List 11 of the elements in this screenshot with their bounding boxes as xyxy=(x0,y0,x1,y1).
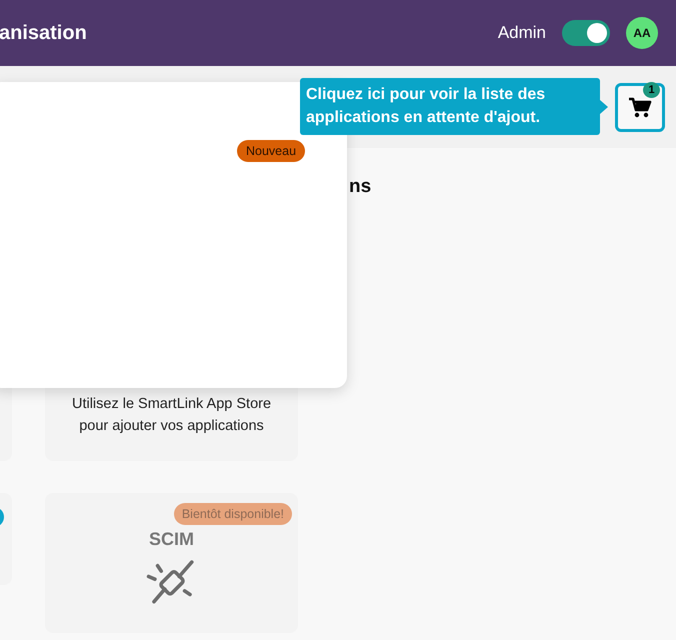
cart-icon xyxy=(628,96,652,118)
section-heading: ns xyxy=(349,176,372,199)
user-avatar[interactable]: AA xyxy=(626,17,658,49)
cart-button[interactable] xyxy=(615,83,665,132)
info-text: Utilisez le SmartLink App Store pour ajouter vos applications xyxy=(70,395,272,436)
admin-toggle[interactable] xyxy=(562,20,610,46)
app-title: SCIM xyxy=(149,529,194,550)
tooltip-text: Cliquez ici pour voir la liste des applications en attente d'ajout. xyxy=(306,85,546,128)
new-badge: Nouveau xyxy=(237,140,306,162)
soon-badge: Bientôt disponible! xyxy=(174,503,292,525)
role-label: Admin xyxy=(498,23,546,43)
